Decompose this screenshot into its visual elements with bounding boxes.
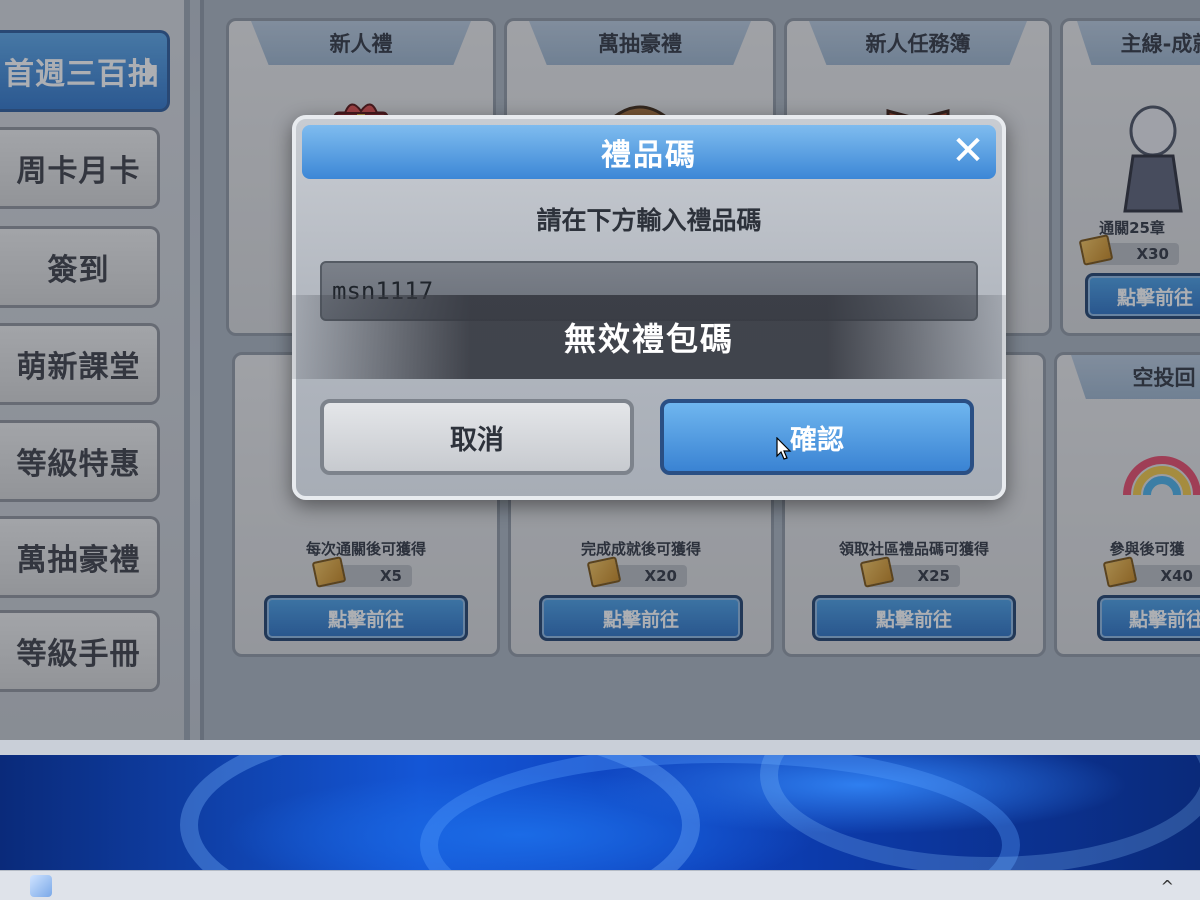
dialog-title: 禮品碼	[302, 125, 996, 179]
desktop-wallpaper	[0, 755, 1200, 870]
taskbar: ^	[0, 870, 1200, 900]
error-toast: 無效禮包碼	[292, 295, 1006, 379]
chevron-up-icon[interactable]: ^	[1161, 877, 1174, 896]
mouse-cursor-icon	[776, 437, 792, 460]
confirm-button[interactable]: 確認	[660, 399, 974, 475]
app-icon[interactable]	[30, 875, 52, 897]
game-background: 首週三百抽 周卡月卡 簽到 萌新課堂 等級特惠 萬抽豪禮 等級手冊 新人禮 萬抽…	[0, 0, 1200, 740]
cancel-button[interactable]: 取消	[320, 399, 634, 475]
confirm-label: 確認	[790, 424, 844, 456]
close-icon[interactable]: ✕	[948, 131, 988, 171]
dialog-prompt: 請在下方輸入禮品碼	[536, 206, 762, 235]
game-window: 首週三百抽 周卡月卡 簽到 萌新課堂 等級特惠 萬抽豪禮 等級手冊 新人禮 萬抽…	[0, 0, 1200, 755]
gift-code-dialog: 禮品碼 ✕ 請在下方輸入禮品碼 msn1117 無效禮包碼 取消 確認	[292, 115, 1006, 500]
